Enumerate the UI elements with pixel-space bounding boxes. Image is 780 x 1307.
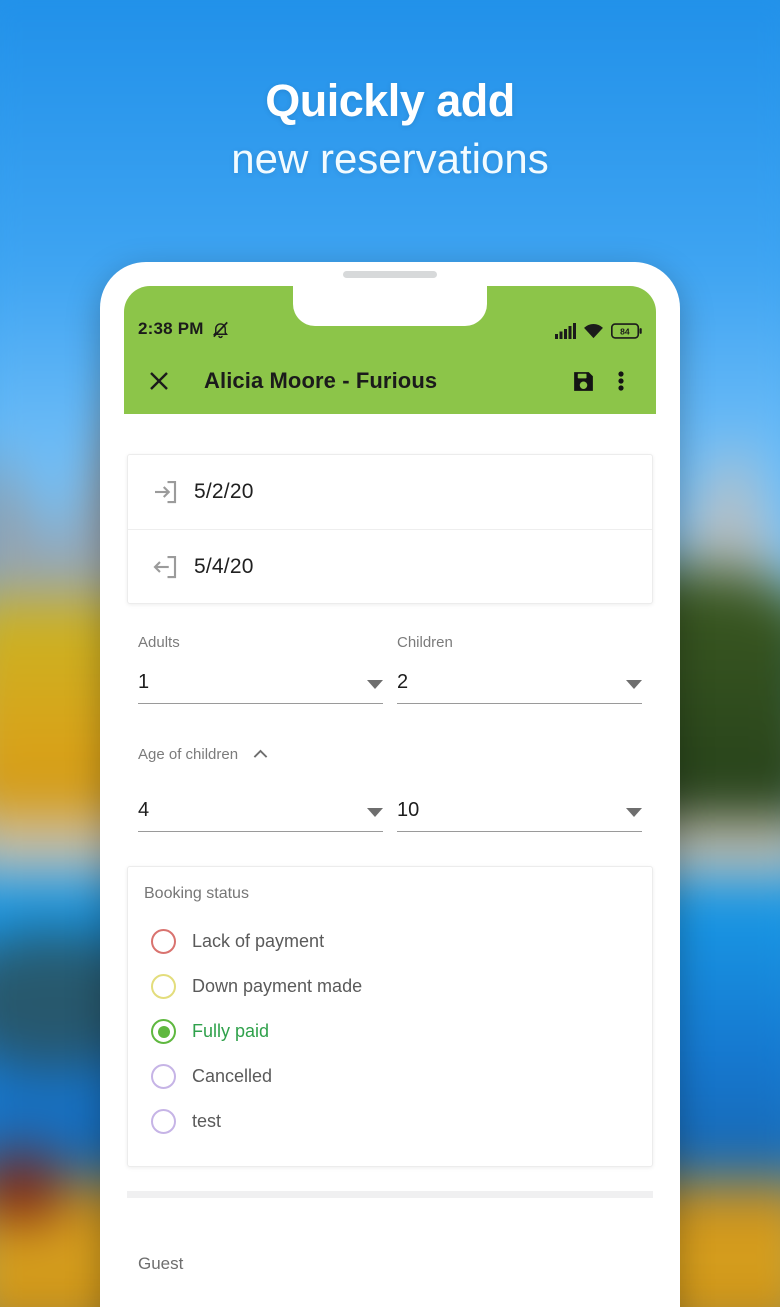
close-icon — [150, 372, 168, 390]
child-age-value-1: 4 — [138, 799, 150, 821]
status-option-label: Cancelled — [192, 1066, 273, 1086]
chevron-down-icon — [367, 808, 383, 817]
chevron-down-icon — [626, 680, 642, 689]
status-option-cancelled[interactable]: Cancelled — [144, 1054, 636, 1099]
check-in-arrow-icon — [150, 477, 194, 507]
children-field: Children 2 — [397, 634, 642, 704]
adults-field: Adults 1 — [138, 634, 383, 704]
children-label: Children — [397, 634, 453, 651]
booking-status-card: Booking status Lack of payment Down paym… — [127, 866, 653, 1167]
phone-screen: 2:38 PM 84 Alicia Moore - Furious 5/2/20… — [124, 286, 656, 1307]
children-dropdown[interactable]: 2 — [397, 671, 642, 704]
status-option-down-payment-made[interactable]: Down payment made — [144, 964, 636, 1009]
occupancy-fields: Adults 1 Children 2 — [124, 604, 656, 704]
app-bar-title: Alicia Moore - Furious — [204, 368, 438, 393]
booking-status-title: Booking status — [144, 885, 249, 902]
headline-line-1: Quickly add — [265, 75, 515, 126]
status-option-test[interactable]: test — [144, 1099, 636, 1144]
save-floppy-icon — [573, 371, 593, 391]
guest-section-label: Guest — [138, 1254, 184, 1273]
status-option-label: Lack of payment — [192, 931, 325, 951]
age-of-children-fields: 4 10 — [124, 765, 656, 832]
status-option-label: test — [192, 1111, 222, 1131]
check-out-arrow-icon — [150, 552, 194, 582]
child-age-field-1: 4 — [138, 799, 383, 832]
more-vertical-icon — [618, 371, 624, 391]
promo-headline: Quickly add new reservations — [0, 75, 780, 185]
wifi-icon — [584, 323, 603, 339]
adults-label: Adults — [138, 634, 180, 651]
status-option-fully-paid[interactable]: Fully paid — [144, 1009, 636, 1054]
radio-icon[interactable] — [151, 1064, 176, 1089]
adults-dropdown[interactable]: 1 — [138, 671, 383, 704]
cellular-signal-icon — [555, 323, 576, 339]
chevron-up-icon[interactable] — [250, 744, 271, 765]
save-button[interactable] — [564, 362, 602, 400]
check-in-row[interactable]: 5/2/20 — [128, 455, 652, 529]
adults-value: 1 — [138, 671, 150, 693]
bell-muted-icon — [212, 321, 228, 338]
check-out-row[interactable]: 5/4/20 — [128, 529, 652, 603]
status-option-label: Fully paid — [192, 1021, 270, 1041]
child-age-dropdown-2[interactable]: 10 — [397, 799, 642, 832]
child-age-value-2: 10 — [397, 799, 420, 821]
reservation-form: 5/2/20 5/4/20 Adults 1 Children 2 Age of… — [124, 454, 656, 1307]
children-value: 2 — [397, 671, 409, 693]
check-in-date-value: 5/2/20 — [194, 480, 254, 503]
check-out-date-value: 5/4/20 — [194, 554, 254, 578]
radio-icon[interactable] — [151, 974, 176, 999]
chevron-down-icon — [626, 808, 642, 817]
age-of-children-label: Age of children — [138, 746, 239, 763]
app-bar: Alicia Moore - Furious — [124, 348, 656, 414]
close-button[interactable] — [140, 362, 178, 400]
overflow-menu-button[interactable] — [602, 362, 640, 400]
radio-icon-selected[interactable] — [151, 1019, 176, 1044]
headline-line-2: new reservations — [231, 135, 549, 183]
status-bar-time: 2:38 PM — [138, 319, 204, 338]
date-card: 5/2/20 5/4/20 — [127, 454, 653, 604]
chevron-down-icon — [367, 680, 383, 689]
phone-notch — [293, 286, 487, 326]
status-option-lack-of-payment[interactable]: Lack of payment — [144, 919, 636, 964]
phone-mockup: 2:38 PM 84 Alicia Moore - Furious 5/2/20… — [100, 262, 680, 1307]
status-option-label: Down payment made — [192, 976, 363, 996]
child-age-dropdown-1[interactable]: 4 — [138, 799, 383, 832]
status-bar: 2:38 PM 84 — [124, 286, 656, 348]
battery-level-text: 84 — [620, 327, 630, 337]
section-divider — [127, 1191, 653, 1198]
phone-speaker-grille — [343, 271, 437, 278]
age-of-children-header[interactable]: Age of children — [124, 744, 656, 765]
radio-icon[interactable] — [151, 1109, 176, 1134]
battery-icon: 84 — [611, 323, 642, 339]
radio-icon[interactable] — [151, 929, 176, 954]
child-age-field-2: 10 — [397, 799, 642, 832]
